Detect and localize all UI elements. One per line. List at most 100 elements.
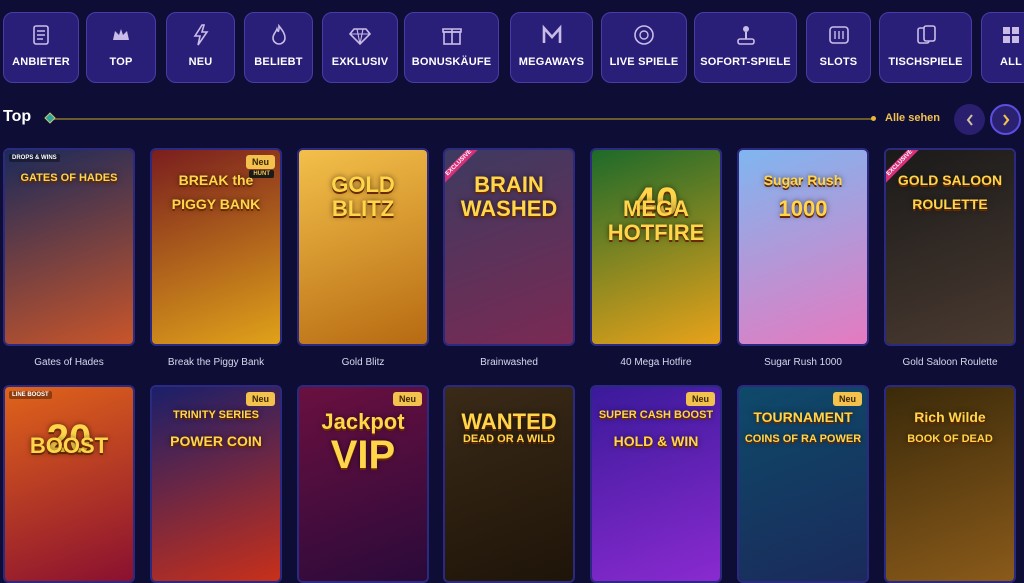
new-badge: Neu	[245, 155, 275, 169]
thumbnail-title-text: WASHED	[460, 196, 558, 221]
category-label: SOFORT-SPIELE	[700, 56, 791, 68]
thumbnail-title-text: GATES OF HADES	[20, 172, 118, 184]
category-slots[interactable]: SLOTS	[806, 12, 871, 83]
category-live-spiele[interactable]: LIVE SPIELE	[601, 12, 687, 83]
category-label: LIVE SPIELE	[609, 56, 679, 68]
thumbnail-title-text: BLITZ	[331, 196, 395, 221]
category-label: SLOTS	[819, 56, 858, 68]
category-label: TOP	[109, 56, 133, 68]
category-exklusiv[interactable]: EXKLUSIV	[322, 12, 398, 83]
category-megaways[interactable]: MEGAWAYS	[510, 12, 593, 83]
game-title[interactable]: Gold Saloon Roulette	[880, 357, 1020, 368]
thumbnail-title-text: POWER COIN	[170, 433, 262, 449]
game-tile[interactable]: BRAIN WASHED EXCLUSIVE	[443, 148, 575, 346]
corner-label: LINE BOOST	[9, 391, 52, 399]
thumbnail-title-text: GOLD	[331, 172, 395, 197]
game-tile[interactable]: GOLD SALOON ROULETTE EXCLUSIVE	[884, 148, 1016, 346]
category-label: NEU	[188, 56, 213, 68]
game-title[interactable]: Gold Blitz	[293, 357, 433, 368]
carousel-next-button[interactable]	[990, 104, 1021, 135]
new-badge: Neu	[245, 392, 275, 406]
category-anbieter[interactable]: ANBIETER	[3, 12, 79, 83]
game-tile[interactable]: GOLD BLITZ	[297, 148, 429, 346]
category-all[interactable]: ALL	[981, 12, 1024, 83]
game-title[interactable]: 40 Mega Hotfire	[586, 357, 726, 368]
category-sofort-spiele[interactable]: SOFORT-SPIELE	[694, 12, 797, 83]
game-title[interactable]: Sugar Rush 1000	[733, 357, 873, 368]
category-label: TISCHSPIELE	[888, 56, 963, 68]
thumbnail-title-text: TRINITY SERIES	[173, 409, 259, 421]
thumbnail-title-text: BOOK OF DEAD	[907, 433, 993, 445]
divider-end-dot	[871, 116, 876, 121]
cards-icon	[914, 23, 938, 47]
category-nav: ANBIETER TOP NEU BELIEBT EXKLUSIV BONUSKÄUFE M…	[0, 0, 1024, 96]
thumbnail-title-text: 1000	[778, 196, 828, 221]
crown-icon	[109, 23, 133, 47]
category-label: BELIEBT	[254, 56, 303, 68]
section-divider	[44, 112, 876, 124]
new-badge: Neu	[832, 392, 862, 406]
game-tile[interactable]: Rich Wilde BOOK OF DEAD	[884, 385, 1016, 583]
joystick-icon	[734, 23, 758, 47]
flame-icon	[267, 23, 291, 47]
game-title[interactable]: Gates of Hades	[0, 357, 139, 368]
chip-icon	[632, 23, 656, 47]
exclusive-ribbon: EXCLUSIVE	[445, 150, 485, 190]
category-label: EXKLUSIV	[331, 56, 389, 68]
new-badge: Neu	[392, 392, 422, 406]
thumbnail-title-text: WANTED	[461, 409, 557, 434]
section-title: Top	[3, 108, 32, 125]
hunt-badge: HUNT	[249, 170, 274, 178]
thumbnail-title-text: Sugar Rush	[763, 172, 843, 188]
game-title[interactable]: Brainwashed	[439, 357, 579, 368]
category-beliebt[interactable]: BELIEBT	[244, 12, 313, 83]
game-tile[interactable]: Jackpot VIP Neu	[297, 385, 429, 583]
thumbnail-title-text: HOTFIRE	[607, 220, 705, 245]
category-tischspiele[interactable]: TISCHSPIELE	[879, 12, 972, 83]
thumbnail-title-text: Jackpot	[321, 409, 405, 434]
m-icon	[540, 23, 564, 47]
game-tile[interactable]: 40 MEGA HOTFIRE	[590, 148, 722, 346]
thumbnail-title-text: ROULETTE	[912, 196, 988, 212]
thumbnail-title-text: BOOST	[29, 433, 109, 458]
corner-label: DROPS & WINS	[9, 154, 60, 162]
new-badge: Neu	[685, 392, 715, 406]
see-all-link[interactable]: Alle sehen	[885, 112, 940, 124]
thumbnail-title-text: SUPER CASH BOOST	[598, 409, 714, 421]
game-tile[interactable]: Sugar Rush 1000	[737, 148, 869, 346]
thumbnail-title-text: Rich Wilde	[914, 409, 986, 425]
game-tile[interactable]: 20 BOOST LINE BOOST	[3, 385, 135, 583]
thumbnail-title-text: PIGGY BANK	[171, 196, 261, 212]
thumbnail-title-text: VIP	[330, 433, 396, 477]
game-title[interactable]: Break the Piggy Bank	[146, 357, 286, 368]
carousel-prev-button[interactable]	[954, 104, 985, 135]
game-tile[interactable]: SUPER CASH BOOST HOLD & WIN Neu	[590, 385, 722, 583]
thumbnail-title-text: DEAD OR A WILD	[462, 433, 556, 445]
slot-machine-icon	[827, 23, 851, 47]
category-top[interactable]: TOP	[86, 12, 156, 83]
thumbnail-title-text: HOLD & WIN	[613, 433, 699, 449]
category-bonuskäufe[interactable]: BONUSKÄUFE	[404, 12, 499, 83]
exclusive-ribbon: EXCLUSIVE	[886, 150, 926, 190]
scroll-icon	[29, 23, 53, 47]
lightning-icon	[189, 23, 213, 47]
category-label: ANBIETER	[12, 56, 70, 68]
category-neu[interactable]: NEU	[166, 12, 235, 83]
thumbnail-title-text: MEGA	[623, 196, 689, 221]
grid-icon	[999, 23, 1023, 47]
chevron-left-icon	[966, 113, 973, 126]
game-tile[interactable]: GATES OF HADES DROPS & WINS	[3, 148, 135, 346]
game-tile[interactable]: TRINITY SERIES POWER COIN Neu	[150, 385, 282, 583]
category-label: ALL	[1000, 56, 1022, 68]
game-tile[interactable]: WANTED DEAD OR A WILD	[443, 385, 575, 583]
thumbnail-title-text: TOURNAMENT	[753, 409, 853, 425]
game-tile[interactable]: BREAK the PIGGY BANK Neu HUNT	[150, 148, 282, 346]
gift-icon	[440, 23, 464, 47]
category-label: MEGAWAYS	[518, 56, 585, 68]
game-tile[interactable]: TOURNAMENT COINS OF RA POWER Neu	[737, 385, 869, 583]
chevron-right-icon	[1002, 113, 1009, 126]
divider-ornament-icon	[44, 112, 56, 124]
category-label: BONUSKÄUFE	[411, 56, 492, 68]
diamond-icon	[348, 23, 372, 47]
thumbnail-title-text: COINS OF RA POWER	[744, 433, 862, 445]
